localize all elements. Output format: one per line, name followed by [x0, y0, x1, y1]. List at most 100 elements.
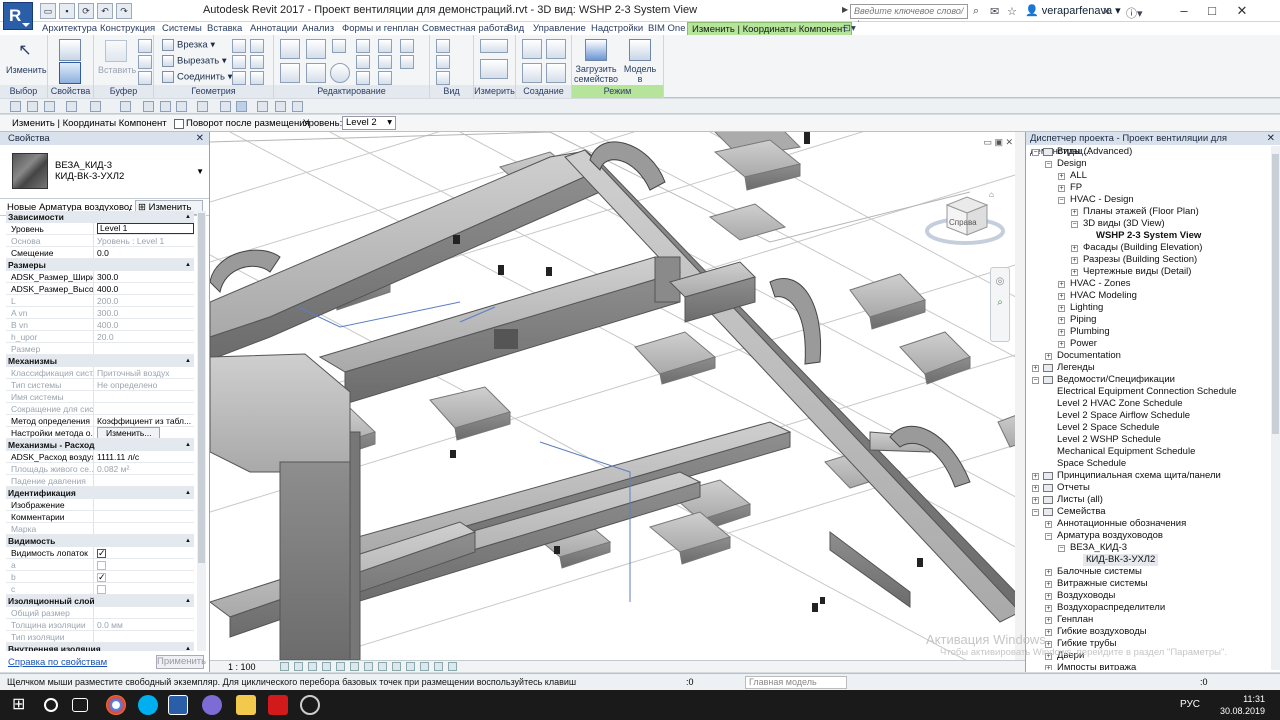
viber-icon[interactable]: [202, 695, 222, 715]
expand-icon[interactable]: +: [1045, 593, 1052, 600]
expand-icon[interactable]: +: [1045, 353, 1052, 360]
tree-node[interactable]: Двери: [1057, 650, 1084, 662]
property-group[interactable]: Внутренняя изоляция: [6, 643, 194, 651]
help-icon[interactable]: ⓘ▾: [1126, 5, 1143, 21]
align-icon[interactable]: [280, 39, 300, 59]
tree-node[interactable]: Design: [1057, 158, 1087, 170]
tree-node[interactable]: Разрезы (Building Section): [1083, 254, 1197, 266]
type-selector[interactable]: ВЕЗА_КИД-3 КИД-ВК-3-УХЛ2 ▼: [0, 145, 209, 199]
rotate-after-placement-checkbox[interactable]: [174, 119, 184, 129]
revit-taskbar-icon[interactable]: [168, 695, 188, 715]
collapse-icon[interactable]: −: [1032, 377, 1039, 384]
tree-node[interactable]: Space Schedule: [1057, 458, 1126, 470]
level-input[interactable]: Level 1: [97, 223, 194, 234]
open-small-icon[interactable]: [10, 101, 21, 112]
tree-node[interactable]: КИД-ВК-3-УХЛ2: [1083, 554, 1159, 566]
temp-hide-icon[interactable]: [392, 662, 401, 671]
chrome-icon[interactable]: [106, 695, 126, 715]
expand-icon[interactable]: +: [1045, 605, 1052, 612]
load-family-button[interactable]: Загрузить семейство: [574, 39, 618, 84]
tree-node[interactable]: Mechanical Equipment Schedule: [1057, 446, 1195, 458]
split-icon[interactable]: [378, 39, 392, 53]
tab-analyze[interactable]: Анализ: [302, 22, 334, 35]
obs-icon[interactable]: [300, 695, 320, 715]
mirror-axis-icon[interactable]: [332, 39, 346, 53]
rotate-icon[interactable]: [330, 63, 350, 83]
show-crop-icon[interactable]: [364, 662, 373, 671]
navigation-bar[interactable]: ◎ ⌕: [990, 267, 1010, 342]
collapse-icon[interactable]: −: [1045, 533, 1052, 540]
property-group[interactable]: Зависимости: [6, 211, 194, 223]
create-assembly-icon[interactable]: [522, 39, 542, 59]
close-hidden-icon[interactable]: [257, 101, 268, 112]
property-value[interactable]: Изменить...: [94, 427, 194, 438]
expand-icon[interactable]: +: [1045, 653, 1052, 660]
tree-node[interactable]: WSHP 2-3 System View: [1096, 230, 1201, 242]
expand-icon[interactable]: +: [1071, 257, 1078, 264]
property-group[interactable]: Механизмы: [6, 355, 194, 367]
cope-button[interactable]: Врезка ▾: [162, 39, 215, 51]
linework-icon[interactable]: [436, 71, 450, 85]
expand-icon[interactable]: +: [1058, 317, 1065, 324]
property-value[interactable]: Коэффициент из табл...: [94, 415, 194, 426]
tree-node[interactable]: Аннотационные обозначения: [1057, 518, 1186, 530]
property-group[interactable]: Идентификация: [6, 487, 194, 499]
property-value[interactable]: [94, 511, 194, 522]
acrobat-icon[interactable]: [268, 695, 288, 715]
hide-element-icon[interactable]: [436, 39, 450, 53]
3d-viewport[interactable]: ▭ ▣ ✕ Справа ⌂ ◎ ⌕: [210, 132, 1025, 660]
tree-node[interactable]: Семейства: [1057, 506, 1106, 518]
viewport-controls[interactable]: ▭ ▣ ✕: [983, 137, 1013, 148]
apply-button[interactable]: Применить: [156, 655, 206, 669]
tree-node[interactable]: Lighting: [1070, 302, 1103, 314]
tab-collaborate[interactable]: Совместная работа: [422, 22, 509, 35]
expand-icon[interactable]: +: [1058, 281, 1065, 288]
search-icon[interactable]: [44, 698, 58, 712]
tree-node[interactable]: Фасады (Building Elevation): [1083, 242, 1202, 254]
expand-icon[interactable]: +: [1071, 245, 1078, 252]
create-parts-icon[interactable]: [546, 39, 566, 59]
revit-app-menu-button[interactable]: R: [3, 2, 33, 30]
property-value[interactable]: 400.0: [94, 283, 194, 294]
modify-button[interactable]: ↖ Изменить: [6, 41, 47, 75]
expand-icon[interactable]: +: [1032, 485, 1039, 492]
reveal-hidden-icon[interactable]: [406, 662, 415, 671]
cut-geometry-button[interactable]: Вырезать ▾: [162, 55, 227, 67]
tree-node[interactable]: Воздуховоды: [1057, 590, 1115, 602]
zoom-icon[interactable]: ⌕: [991, 297, 1009, 308]
tree-node[interactable]: 3D виды (3D View): [1083, 218, 1165, 230]
collapse-icon[interactable]: −: [1045, 161, 1052, 168]
tree-node[interactable]: HVAC Modeling: [1070, 290, 1137, 302]
file-explorer-icon[interactable]: [236, 695, 256, 715]
active-model-select[interactable]: Главная модель: [745, 676, 847, 689]
tree-node[interactable]: Power: [1070, 338, 1097, 350]
tree-node[interactable]: Гибкие воздуховоды: [1057, 626, 1147, 638]
expand-icon[interactable]: +: [1071, 209, 1078, 216]
create-group-icon[interactable]: [522, 63, 542, 83]
sync-icon[interactable]: ⟳: [78, 3, 94, 19]
analytical-model-icon[interactable]: [434, 662, 443, 671]
switch-windows-icon[interactable]: [275, 101, 286, 112]
measure-small-icon[interactable]: [143, 101, 154, 112]
tree-node[interactable]: ALL: [1070, 170, 1087, 182]
tree-node[interactable]: Арматура воздуховодов: [1057, 530, 1163, 542]
tree-node[interactable]: Принципиальная схема щита/панели: [1057, 470, 1221, 482]
level-select[interactable]: Level 2 ▾: [342, 116, 396, 130]
section-icon[interactable]: [220, 101, 231, 112]
paste-button[interactable]: Вставить: [98, 40, 136, 75]
tab-modify-component[interactable]: Изменить | Координаты Компонент: [687, 22, 852, 36]
property-group[interactable]: Видимость: [6, 535, 194, 547]
expand-icon[interactable]: +: [1058, 185, 1065, 192]
print-icon[interactable]: [120, 101, 131, 112]
collapse-icon[interactable]: −: [1032, 509, 1039, 516]
scroll-thumb[interactable]: [198, 213, 205, 563]
lock-3d-view-icon[interactable]: [378, 662, 387, 671]
undo-small-icon[interactable]: [66, 101, 77, 112]
redo-icon[interactable]: ↷: [116, 3, 132, 19]
copy-element-icon[interactable]: [306, 63, 326, 83]
customize-qat-icon[interactable]: [292, 101, 303, 112]
tree-node[interactable]: Генплан: [1057, 614, 1093, 626]
properties-scrollbar[interactable]: [197, 211, 206, 651]
expand-icon[interactable]: +: [1045, 641, 1052, 648]
browser-scrollbar[interactable]: [1271, 146, 1280, 670]
